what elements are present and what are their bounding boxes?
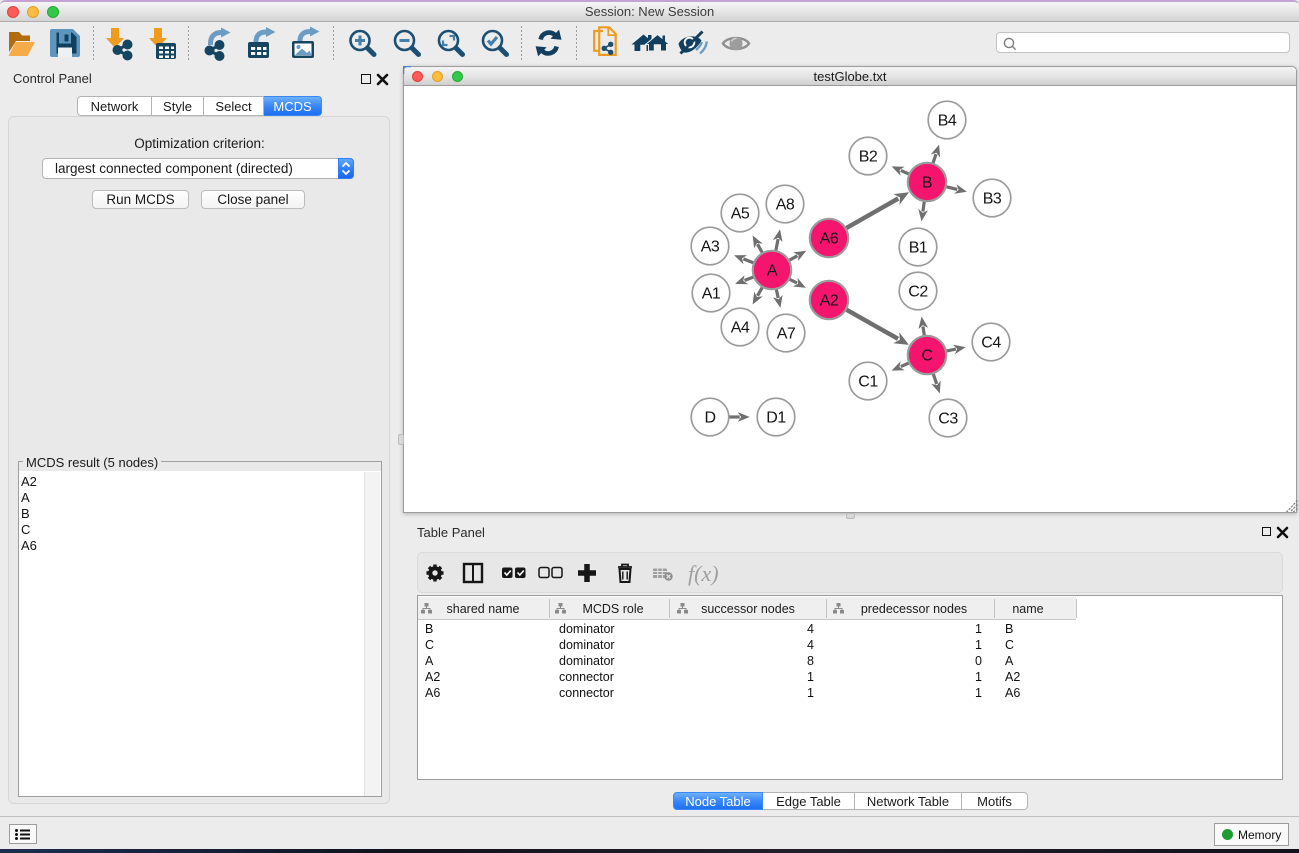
svg-text:D: D bbox=[704, 410, 715, 427]
svg-text:C1: C1 bbox=[858, 374, 878, 391]
svg-text:shared name: shared name bbox=[447, 602, 520, 616]
svg-text:B4: B4 bbox=[938, 113, 957, 130]
svg-text:f(x): f(x) bbox=[688, 561, 719, 586]
svg-text:C3: C3 bbox=[938, 411, 958, 428]
svg-text:B: B bbox=[922, 175, 932, 192]
svg-text:MCDS role: MCDS role bbox=[582, 602, 643, 616]
svg-text:A1: A1 bbox=[702, 286, 721, 303]
svg-text:B2: B2 bbox=[859, 149, 878, 166]
svg-text:A3: A3 bbox=[701, 239, 720, 256]
svg-text:A: A bbox=[767, 263, 778, 280]
svg-text:C: C bbox=[921, 348, 932, 365]
svg-text:C4: C4 bbox=[981, 335, 1001, 352]
svg-text:A7: A7 bbox=[777, 326, 796, 343]
svg-text:D1: D1 bbox=[766, 410, 786, 427]
svg-text:A6: A6 bbox=[820, 231, 839, 248]
svg-text:B3: B3 bbox=[983, 191, 1002, 208]
svg-text:successor nodes: successor nodes bbox=[701, 602, 795, 616]
svg-text:B1: B1 bbox=[909, 240, 928, 257]
svg-text:A4: A4 bbox=[731, 320, 750, 337]
svg-text:predecessor nodes: predecessor nodes bbox=[861, 602, 967, 616]
svg-text:C2: C2 bbox=[908, 284, 928, 301]
svg-text:name: name bbox=[1012, 602, 1043, 616]
svg-text:A5: A5 bbox=[731, 206, 750, 223]
svg-text:A2: A2 bbox=[820, 293, 839, 310]
svg-text:A8: A8 bbox=[776, 197, 795, 214]
